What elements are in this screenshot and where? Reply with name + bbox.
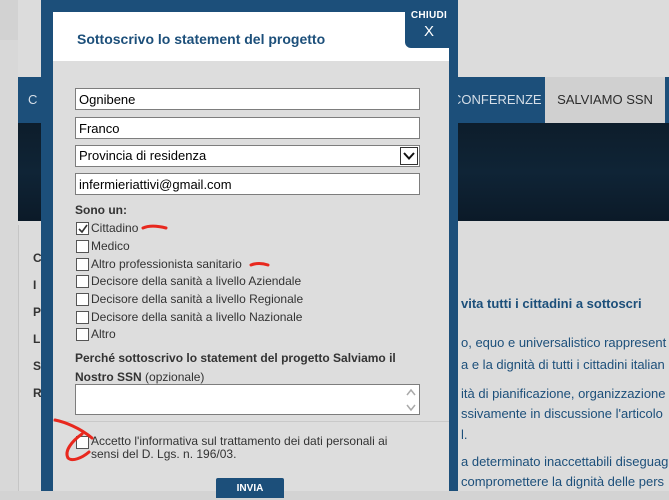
role-section-label: Sono un: xyxy=(75,203,127,217)
checkbox[interactable] xyxy=(76,293,89,306)
checkbox[interactable] xyxy=(76,311,89,324)
role-option-label: Altro professionista sanitario xyxy=(91,257,242,271)
nav-item-partial[interactable]: C xyxy=(28,77,37,123)
background-heading: vita tutti i cittadini a sottoscri xyxy=(461,296,642,311)
chevron-down-icon xyxy=(400,147,418,165)
surname-input[interactable] xyxy=(75,88,420,110)
sidebar-letter: S xyxy=(33,359,42,373)
checkbox[interactable] xyxy=(76,258,89,271)
consent-checkbox[interactable] xyxy=(76,436,89,449)
form-divider xyxy=(53,421,449,422)
checkbox[interactable] xyxy=(76,240,89,253)
role-option-label: Medico xyxy=(91,239,130,253)
background-text-line: ità di pianificazione, organizzazione xyxy=(461,386,666,401)
modal-title: Sottoscrivo lo statement del progetto xyxy=(77,31,326,47)
consent-label: Accetto l'informativa sul trattamento de… xyxy=(91,435,411,461)
close-icon: X xyxy=(423,23,434,40)
checkbox[interactable] xyxy=(76,328,89,341)
role-option-label: Altro xyxy=(91,327,116,341)
privacy-policy-link[interactable]: informativa sul trattamento dei dati per… xyxy=(139,434,374,448)
background-text-line: o, equo e universalistico rappresent xyxy=(461,335,667,350)
name-input[interactable] xyxy=(75,117,420,139)
background-divider xyxy=(18,225,19,491)
nav-item-salviamo-ssn[interactable]: SALVIAMO SSN xyxy=(545,77,665,123)
nav-item-conferenze[interactable]: CONFERENZE xyxy=(452,77,542,123)
background-text-line: a determinato inaccettabili diseguag xyxy=(461,454,669,469)
close-label: CHIUDI xyxy=(410,10,448,21)
background-text-line: l. xyxy=(461,427,468,442)
role-option-label: Decisore della sanità a livello Nazional… xyxy=(91,310,303,324)
submit-button[interactable]: INVIA xyxy=(216,478,284,498)
checkbox-checked[interactable] xyxy=(76,222,89,235)
reason-label-text: Perché sottoscrivo lo statement del prog… xyxy=(75,351,396,384)
checkbox[interactable] xyxy=(76,275,89,288)
sidebar-letter: P xyxy=(33,305,42,319)
sidebar-letter: I xyxy=(33,278,37,292)
background-text-line: compromettere la dignità delle pers xyxy=(461,474,665,489)
province-select[interactable]: Provincia di residenza xyxy=(75,145,420,167)
reason-label: Perché sottoscrivo lo statement del prog… xyxy=(75,349,420,387)
sidebar-letter: L xyxy=(33,332,41,346)
background-text-line: a e la dignità di tutti i cittadini ital… xyxy=(461,357,665,372)
role-option-label: Decisore della sanità a livello Aziendal… xyxy=(91,274,302,288)
consent-prefix: Accetto l' xyxy=(91,434,140,448)
role-option-label: Cittadino xyxy=(91,221,139,235)
role-option-label: Decisore della sanità a livello Regional… xyxy=(91,292,304,306)
reason-optional-hint: (opzionale) xyxy=(145,370,205,384)
province-select-value: Provincia di residenza xyxy=(79,148,207,163)
email-input[interactable] xyxy=(75,173,420,195)
reason-textarea[interactable] xyxy=(75,384,420,415)
close-button[interactable]: CHIUDI X xyxy=(405,0,453,48)
modal-header: Sottoscrivo lo statement del progetto xyxy=(53,12,449,61)
textarea-scrollbar[interactable] xyxy=(405,387,417,418)
background-text-line: ssivamente in discussione l'articolo xyxy=(461,406,663,421)
